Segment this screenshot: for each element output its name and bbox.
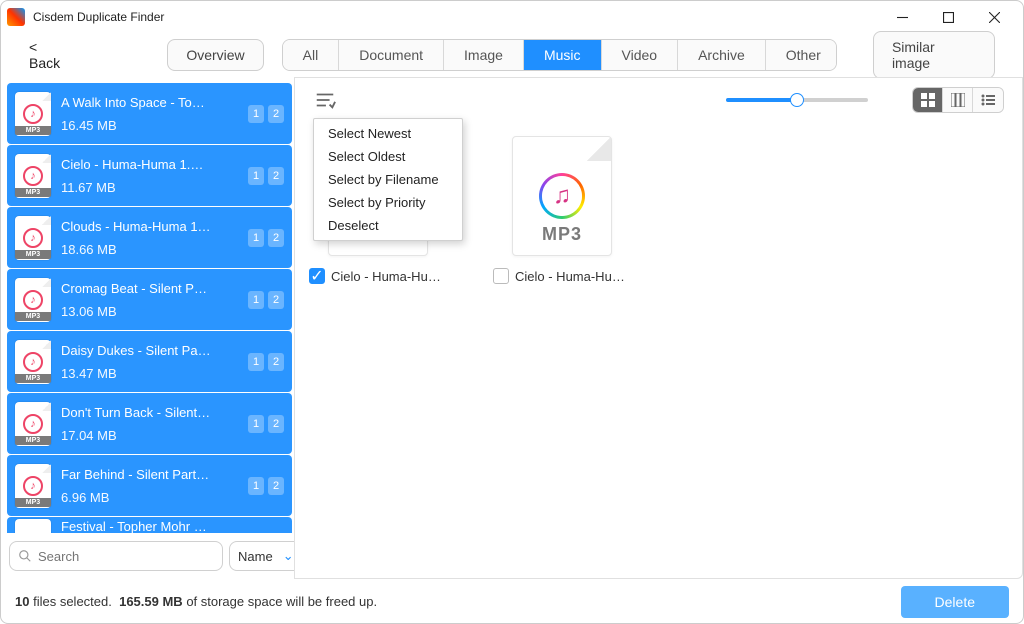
list-item[interactable]: ♪MP3 A Walk Into Space - Toph... 16.45 MB… bbox=[7, 83, 292, 144]
list-item[interactable]: ♪MP3 Clouds - Huma-Huma 1.... 18.66 MB 12 bbox=[7, 207, 292, 268]
view-mode-group bbox=[912, 87, 1004, 113]
item-name: Cielo - Huma-Huma 1.m... bbox=[61, 157, 211, 172]
sort-label: Name bbox=[238, 549, 273, 564]
maximize-button[interactable] bbox=[925, 3, 971, 31]
mp3-file-icon: ♪MP3 bbox=[15, 464, 51, 508]
tab-video[interactable]: Video bbox=[602, 40, 679, 70]
dup-badge[interactable]: 2 bbox=[268, 291, 284, 309]
mp3-file-icon: ♪MP3 bbox=[15, 340, 51, 384]
back-button[interactable]: < Back bbox=[29, 39, 72, 71]
list-item[interactable]: ♪MP3 Far Behind - Silent Partne... 6.96 M… bbox=[7, 455, 292, 516]
tab-all[interactable]: All bbox=[283, 40, 340, 70]
item-size: 11.67 MB bbox=[61, 180, 238, 195]
tab-other[interactable]: Other bbox=[766, 40, 837, 70]
freed-size: 165.59 MB bbox=[119, 594, 183, 609]
ctx-select-by-priority[interactable]: Select by Priority bbox=[314, 191, 462, 214]
close-button[interactable] bbox=[971, 3, 1017, 31]
delete-button[interactable]: Delete bbox=[901, 586, 1009, 618]
view-columns-button[interactable] bbox=[943, 88, 973, 112]
select-checkbox[interactable]: ✓ bbox=[309, 268, 325, 284]
ctx-select-newest[interactable]: Select Newest bbox=[314, 122, 462, 145]
app-icon bbox=[7, 8, 25, 26]
dup-badge[interactable]: 2 bbox=[268, 105, 284, 123]
file-label: Cielo - Huma-Huma... bbox=[331, 269, 447, 284]
ctx-deselect[interactable]: Deselect bbox=[314, 214, 462, 237]
app-title: Cisdem Duplicate Finder bbox=[33, 10, 879, 24]
music-note-icon: ♫ bbox=[542, 176, 582, 216]
dup-badge[interactable]: 2 bbox=[268, 415, 284, 433]
search-input-wrap[interactable] bbox=[9, 541, 223, 571]
list-item[interactable]: ♪MP3 Don't Turn Back - Silent ... 17.04 M… bbox=[7, 393, 292, 454]
title-bar: Cisdem Duplicate Finder bbox=[1, 1, 1023, 33]
item-size: 16.45 MB bbox=[61, 118, 238, 133]
list-item[interactable]: ♪MP3 Daisy Dukes - Silent Partn... 13.47 … bbox=[7, 331, 292, 392]
dup-badge[interactable]: 2 bbox=[268, 477, 284, 495]
dup-badge[interactable]: 2 bbox=[268, 167, 284, 185]
dup-badge[interactable]: 1 bbox=[248, 105, 264, 123]
mp3-file-icon: ♫ MP3 bbox=[512, 136, 612, 256]
item-name: Clouds - Huma-Huma 1.... bbox=[61, 219, 211, 234]
select-context-menu: Select Newest Select Oldest Select by Fi… bbox=[313, 118, 463, 241]
item-name: Cromag Beat - Silent Part... bbox=[61, 281, 211, 296]
preview-toolbar bbox=[295, 78, 1022, 122]
grid-cell[interactable]: ♫ MP3 Cielo - Huma-Huma... bbox=[493, 136, 631, 284]
item-name: Daisy Dukes - Silent Partn... bbox=[61, 343, 211, 358]
status-bar: 10 files selected. 165.59 MB of storage … bbox=[1, 579, 1023, 623]
category-tabs: All Document Image Music Video Archive O… bbox=[282, 39, 837, 71]
mp3-file-icon: ♪MP3 bbox=[15, 216, 51, 260]
search-icon bbox=[18, 549, 32, 563]
dup-badge[interactable]: 1 bbox=[248, 167, 264, 185]
item-size: 18.66 MB bbox=[61, 242, 238, 257]
ctx-select-oldest[interactable]: Select Oldest bbox=[314, 145, 462, 168]
select-checkbox[interactable] bbox=[493, 268, 509, 284]
item-size: 6.96 MB bbox=[61, 490, 238, 505]
tab-image[interactable]: Image bbox=[444, 40, 524, 70]
top-toolbar: < Back Overview All Document Image Music… bbox=[1, 33, 1023, 77]
tab-music[interactable]: Music bbox=[524, 40, 602, 70]
select-menu-button[interactable] bbox=[313, 88, 337, 112]
similar-image-button[interactable]: Similar image bbox=[873, 31, 995, 79]
dup-badge[interactable]: 1 bbox=[248, 353, 264, 371]
selected-count: 10 bbox=[15, 594, 29, 609]
dup-badge[interactable]: 1 bbox=[248, 415, 264, 433]
item-name: A Walk Into Space - Toph... bbox=[61, 95, 211, 110]
mp3-file-icon: ♪MP3 bbox=[15, 278, 51, 322]
dup-badge[interactable]: 2 bbox=[268, 229, 284, 247]
minimize-button[interactable] bbox=[879, 3, 925, 31]
dup-badge[interactable]: 1 bbox=[248, 229, 264, 247]
tab-document[interactable]: Document bbox=[339, 40, 444, 70]
item-size: 17.04 MB bbox=[61, 428, 238, 443]
zoom-slider[interactable] bbox=[726, 98, 868, 102]
item-name: Festival - Topher Mohr a... bbox=[61, 519, 211, 533]
item-name: Far Behind - Silent Partne... bbox=[61, 467, 211, 482]
mp3-file-icon: ♪MP3 bbox=[15, 154, 51, 198]
list-item[interactable]: ♪MP3 Cromag Beat - Silent Part... 13.06 M… bbox=[7, 269, 292, 330]
chevron-down-icon: ⌄ bbox=[283, 548, 294, 564]
dup-badge[interactable]: 1 bbox=[248, 291, 264, 309]
mp3-file-icon bbox=[15, 519, 51, 533]
list-item[interactable]: Festival - Topher Mohr a... bbox=[7, 517, 292, 533]
list-item[interactable]: ♪MP3 Cielo - Huma-Huma 1.m... 11.67 MB 12 bbox=[7, 145, 292, 206]
tab-archive[interactable]: Archive bbox=[678, 40, 766, 70]
dup-badge[interactable]: 1 bbox=[248, 477, 264, 495]
results-list[interactable]: ♪MP3 A Walk Into Space - Toph... 16.45 MB… bbox=[7, 83, 292, 533]
main-panel: ♫ MP3 ✓ Cielo - Huma-Huma... ♫ MP3 bbox=[294, 77, 1023, 579]
item-size: 13.47 MB bbox=[61, 366, 238, 381]
item-name: Don't Turn Back - Silent ... bbox=[61, 405, 211, 420]
item-size: 13.06 MB bbox=[61, 304, 238, 319]
dup-badge[interactable]: 2 bbox=[268, 353, 284, 371]
mp3-file-icon: ♪MP3 bbox=[15, 92, 51, 136]
overview-button[interactable]: Overview bbox=[167, 39, 263, 71]
view-list-button[interactable] bbox=[973, 88, 1003, 112]
ctx-select-by-filename[interactable]: Select by Filename bbox=[314, 168, 462, 191]
search-input[interactable] bbox=[38, 549, 214, 564]
sort-dropdown[interactable]: Name ⌄ bbox=[229, 541, 303, 571]
mp3-file-icon: ♪MP3 bbox=[15, 402, 51, 446]
zoom-slider-wrap bbox=[726, 98, 868, 102]
sidebar: ♪MP3 A Walk Into Space - Toph... 16.45 MB… bbox=[1, 77, 294, 579]
file-label: Cielo - Huma-Huma... bbox=[515, 269, 631, 284]
view-grid-button[interactable] bbox=[913, 88, 943, 112]
